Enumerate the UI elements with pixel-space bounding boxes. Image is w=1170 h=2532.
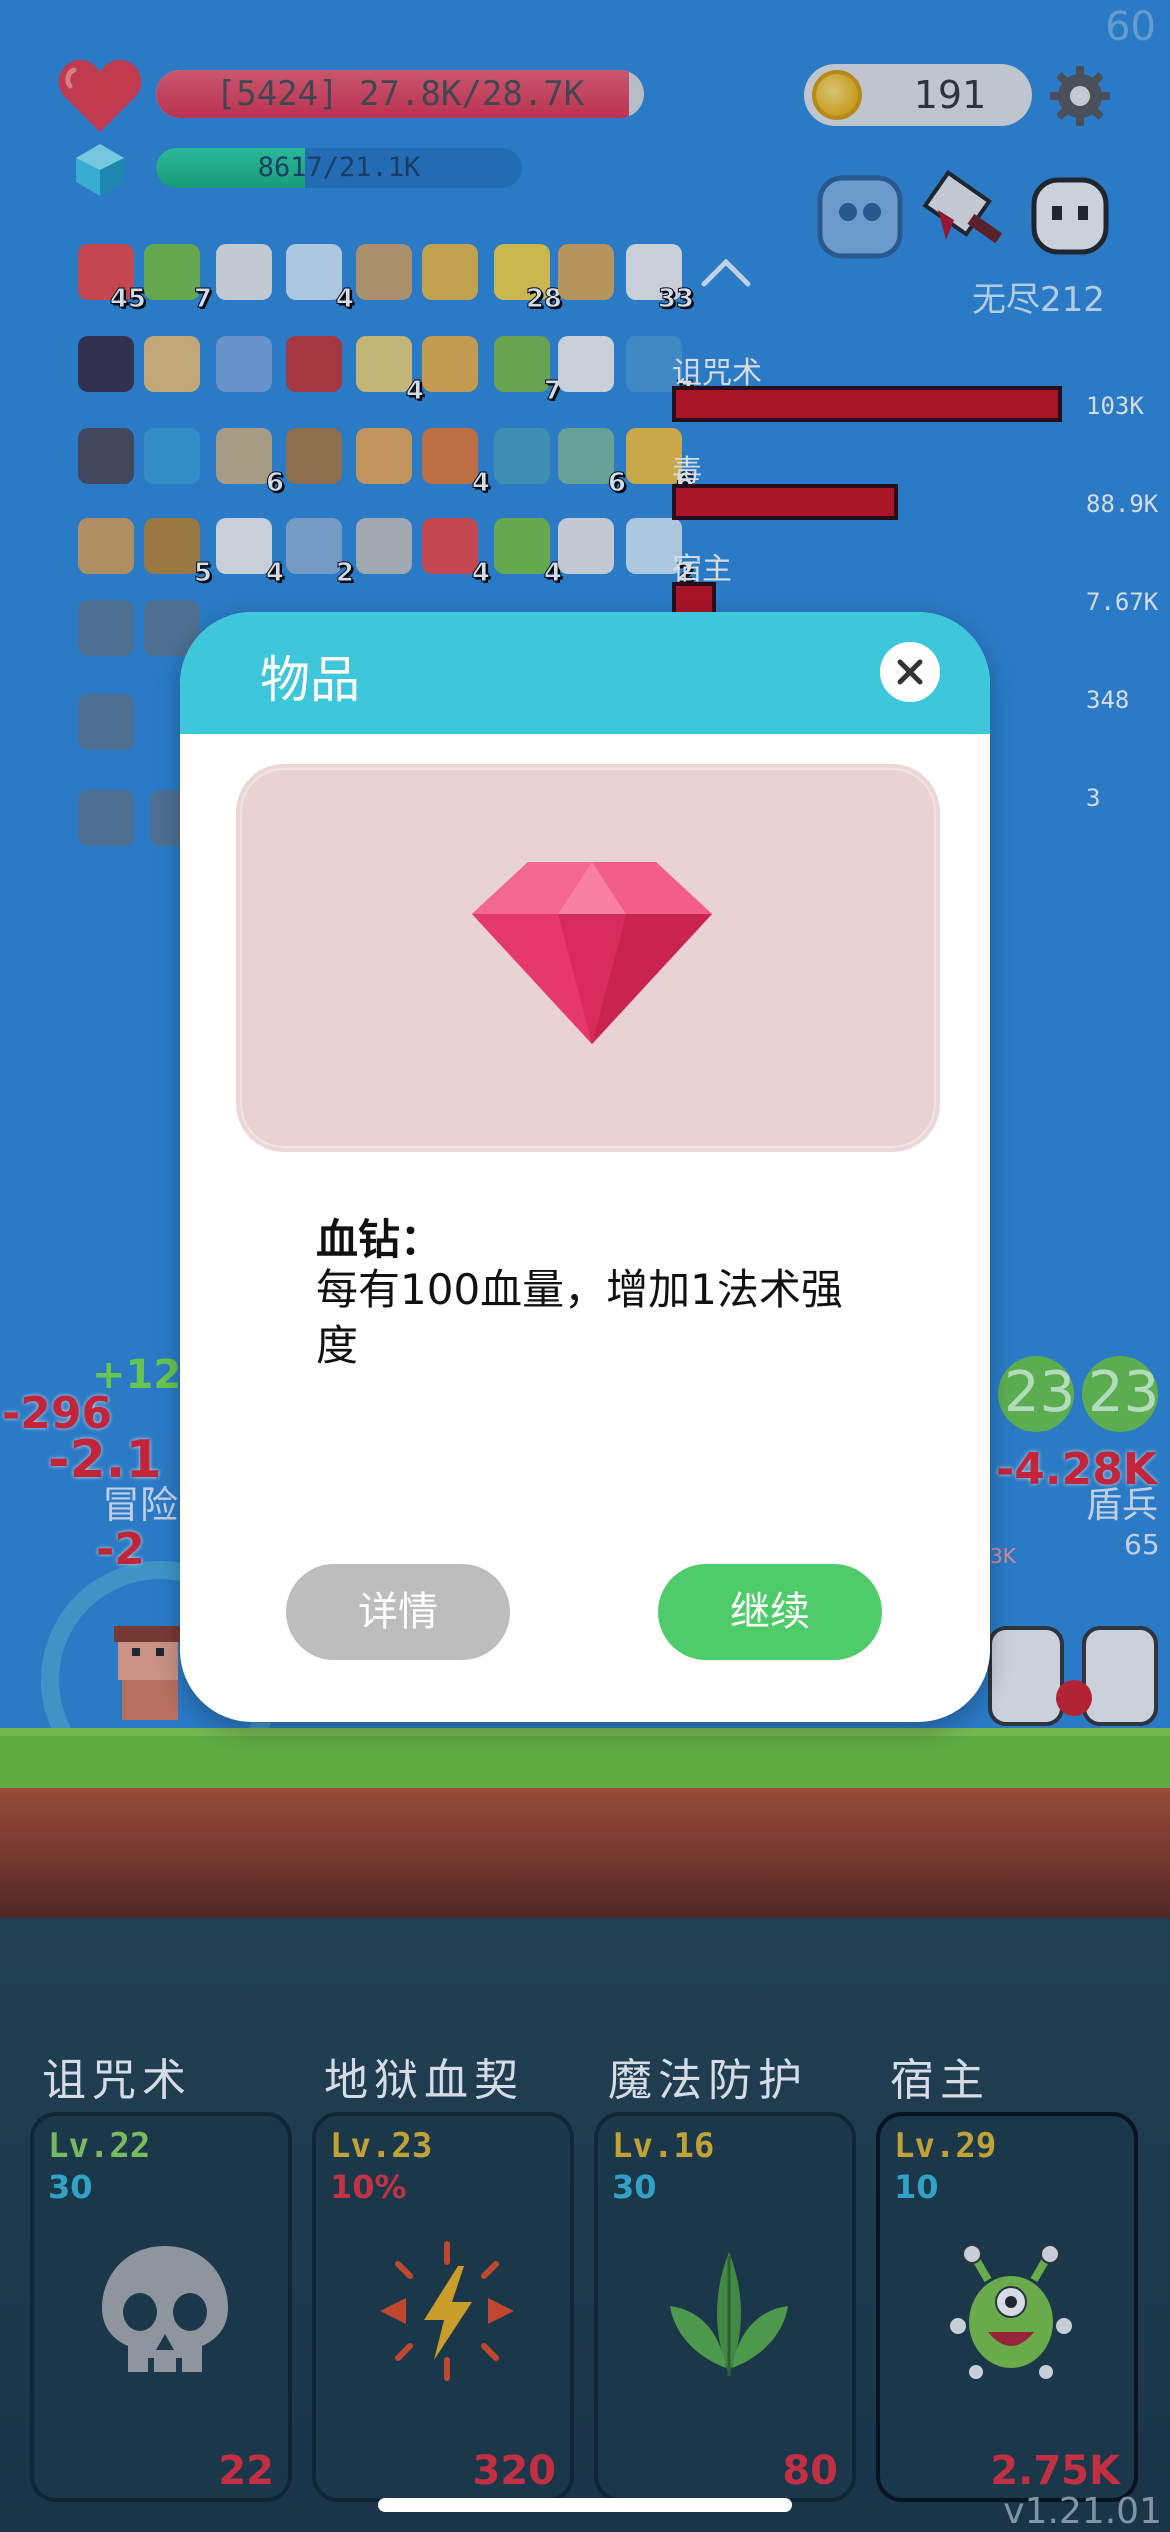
continue-button[interactable]: 继续: [658, 1564, 882, 1660]
home-indicator[interactable]: [378, 2498, 792, 2512]
close-icon[interactable]: [880, 642, 940, 702]
item-description: 每有100血量，增加1法术强度: [316, 1265, 843, 1370]
item-dialog: 物品 血钻： 每有100血量，增加1法术强度 详情 继续: [180, 612, 990, 1722]
item-name: 血钻：: [316, 1215, 443, 1264]
red-gem-icon: [472, 862, 712, 1044]
details-button[interactable]: 详情: [286, 1564, 510, 1660]
item-preview: [236, 764, 940, 1152]
dialog-title: 物品: [260, 651, 360, 709]
